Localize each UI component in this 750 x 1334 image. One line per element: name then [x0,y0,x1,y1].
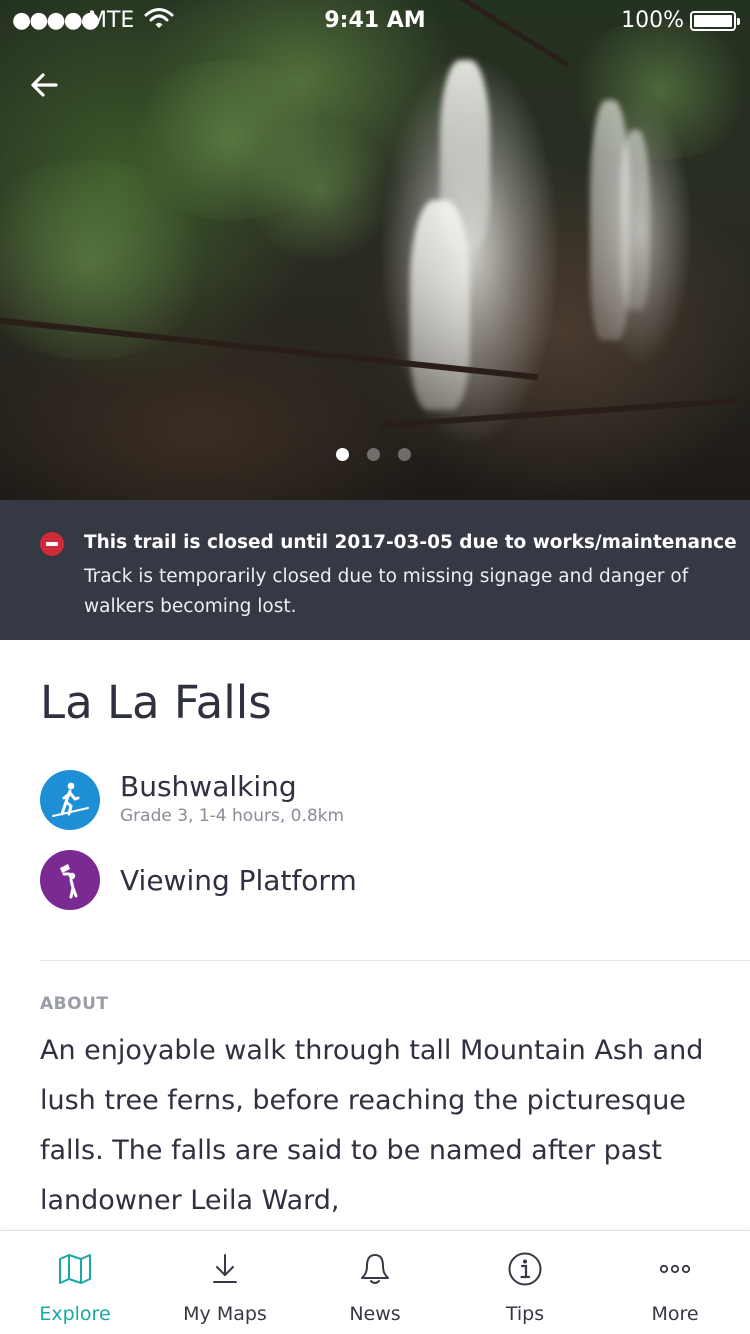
activity-name: Bushwalking [120,770,297,803]
page-title: La La Falls [40,676,272,729]
tab-my-maps[interactable]: My Maps [150,1231,300,1334]
battery-icon [690,11,740,31]
about-heading: ABOUT [40,994,109,1014]
hero-image [0,0,750,500]
battery-percent: 100% [621,8,684,33]
tab-label: More [651,1303,699,1325]
closure-alert: This trail is closed until 2017-03-05 du… [0,500,750,640]
more-dots-icon [659,1264,691,1274]
divider [40,960,750,961]
tab-news[interactable]: News [300,1231,450,1334]
hiker-icon [40,770,100,830]
info-icon [508,1252,542,1286]
alert-title: This trail is closed until 2017-03-05 du… [84,532,737,553]
carousel-pager[interactable] [336,448,411,461]
tab-label: My Maps [183,1303,267,1325]
activity-detail: Grade 3, 1-4 hours, 0.8km [120,806,345,826]
map-icon [59,1254,91,1284]
tab-bar: Explore My Maps News Tips More [0,1230,750,1334]
activity-name: Viewing Platform [120,864,357,897]
carousel-dot-1[interactable] [336,448,349,461]
back-arrow-icon[interactable] [26,66,66,106]
tab-explore[interactable]: Explore [0,1231,150,1334]
tab-tips[interactable]: Tips [450,1231,600,1334]
no-entry-icon [40,532,64,556]
about-text: An enjoyable walk through tall Mountain … [40,1035,704,1216]
download-icon [213,1254,237,1283]
status-bar: ●●●●● MTE 9:41 AM 100% [0,0,750,40]
binoculars-viewer-icon [40,850,100,910]
alert-body: Track is temporarily closed due to missi… [84,566,689,617]
tab-label: Explore [39,1303,111,1325]
tab-label: Tips [505,1303,545,1325]
tab-more[interactable]: More [600,1231,750,1334]
bell-icon [361,1254,389,1284]
carousel-dot-3[interactable] [398,448,411,461]
tab-label: News [349,1303,401,1325]
carousel-dot-2[interactable] [367,448,380,461]
